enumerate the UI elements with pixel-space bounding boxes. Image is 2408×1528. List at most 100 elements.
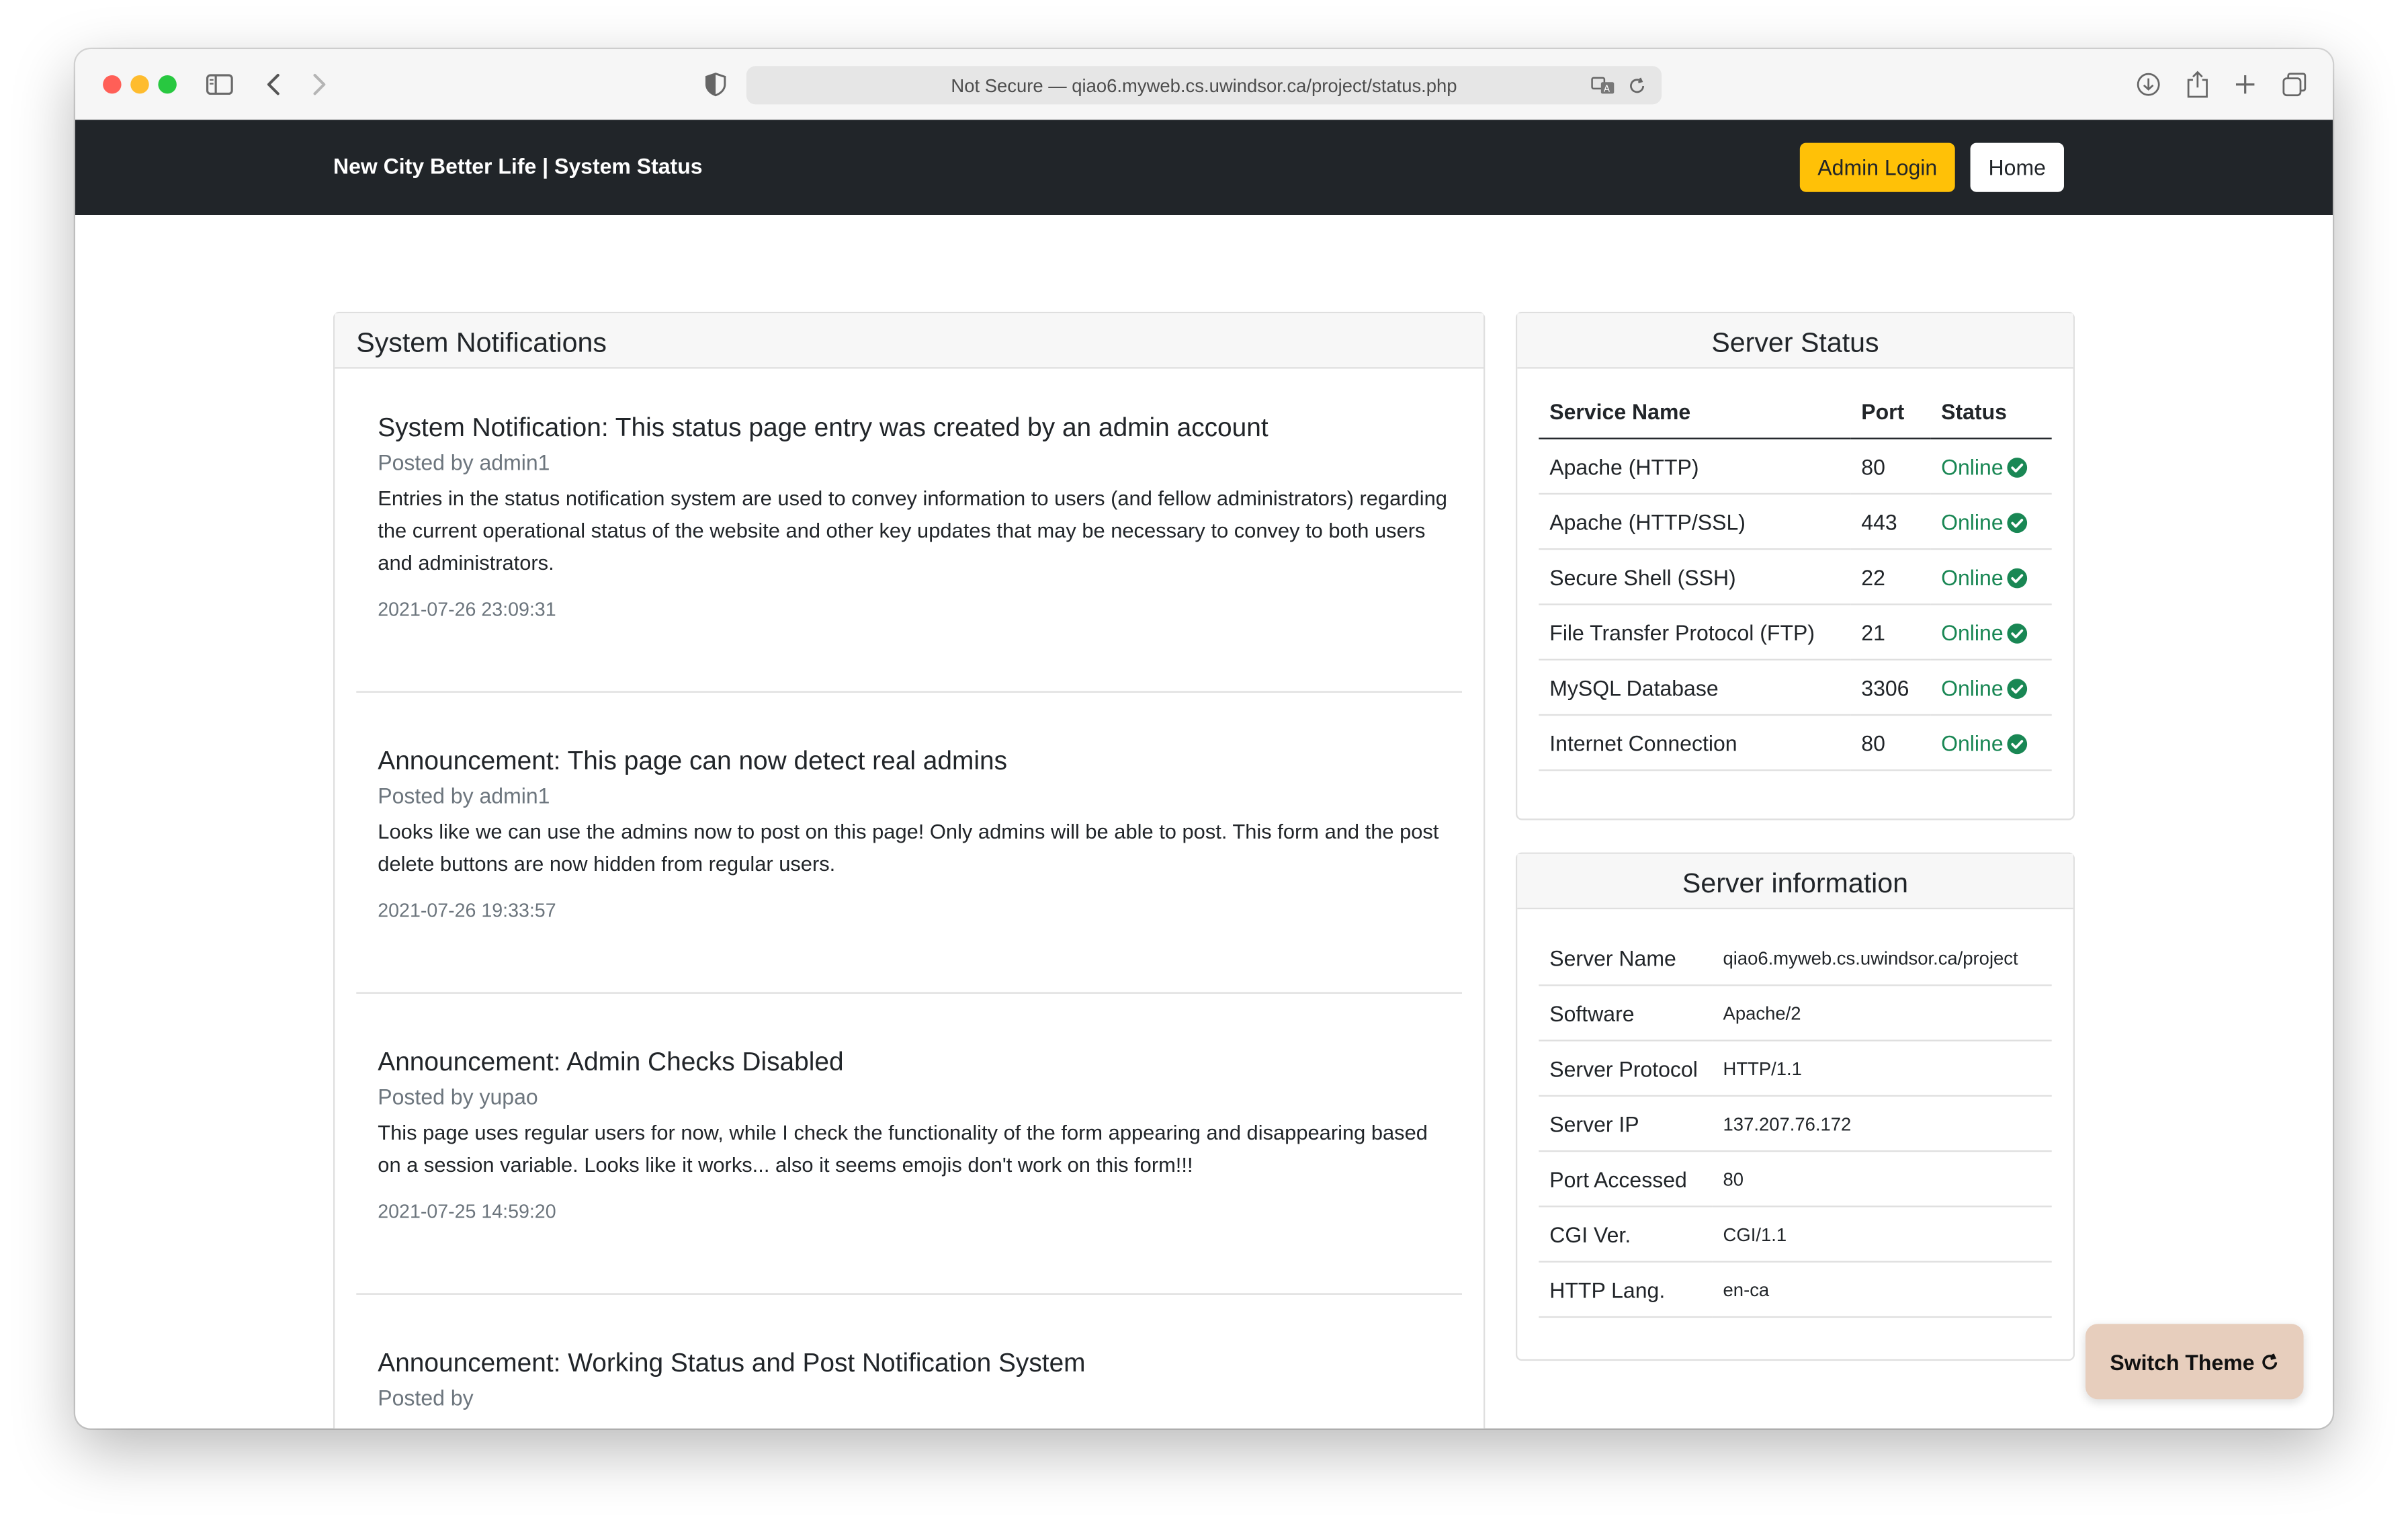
notification-post: System Notification: This status page en… <box>378 412 1453 621</box>
admin-login-button[interactable]: Admin Login <box>1799 142 1955 192</box>
svg-text:A: A <box>1604 83 1610 94</box>
check-circle-icon <box>2008 622 2028 643</box>
translate-icon[interactable]: A <box>1588 71 1619 101</box>
service-port: 80 <box>1850 714 1931 771</box>
table-row: CGI Ver. CGI/1.1 <box>1539 1206 2052 1263</box>
service-status: Online <box>1930 714 2052 771</box>
service-port: 3306 <box>1850 659 1931 716</box>
service-port: 80 <box>1850 438 1931 495</box>
post-divider <box>356 691 1462 693</box>
post-divider <box>356 992 1462 994</box>
browser-toolbar: Not Secure — qiao6.myweb.cs.uwindsor.ca/… <box>75 49 2333 120</box>
info-key: Server Name <box>1539 931 1713 986</box>
post-body: This page uses regular users for now, wh… <box>378 1121 1428 1177</box>
info-key: CGI Ver. <box>1539 1206 1713 1263</box>
switch-theme-label: Switch Theme <box>2110 1349 2255 1374</box>
post-author: Posted by yupao <box>378 1084 538 1109</box>
browser-window: Not Secure — qiao6.myweb.cs.uwindsor.ca/… <box>75 49 2333 1429</box>
service-name: Secure Shell (SSH) <box>1539 549 1851 605</box>
info-value: CGI/1.1 <box>1712 1206 2052 1263</box>
service-port: 22 <box>1850 549 1931 605</box>
server-info-heading: Server information <box>1682 867 1909 899</box>
status-text: Online <box>1941 509 2004 534</box>
info-key: HTTP Lang. <box>1539 1261 1713 1318</box>
check-circle-icon <box>2008 512 2028 532</box>
table-row: MySQL Database 3306 Online <box>1539 659 2052 716</box>
server-status-card: Server Status Service Name Port Status A… <box>1515 311 2075 820</box>
post-date: 2021-07-26 19:33:57 <box>378 900 556 922</box>
address-text: Not Secure — qiao6.myweb.cs.uwindsor.ca/… <box>951 74 1457 96</box>
service-port: 21 <box>1850 604 1931 661</box>
table-row: Server IP 137.207.76.172 <box>1539 1095 2052 1152</box>
post-divider <box>356 1293 1462 1295</box>
info-value: qiao6.myweb.cs.uwindsor.ca/project <box>1712 931 2052 986</box>
status-text: Online <box>1941 454 2004 478</box>
tab-overview-icon[interactable] <box>2276 66 2313 103</box>
server-info-table: Server Name qiao6.myweb.cs.uwindsor.ca/p… <box>1539 931 2052 1318</box>
downloads-icon[interactable] <box>2130 66 2167 103</box>
reload-icon[interactable] <box>1622 71 1653 101</box>
column-header: Port <box>1850 384 1931 439</box>
table-row: Port Accessed 80 <box>1539 1151 2052 1207</box>
table-row: File Transfer Protocol (FTP) 21 Online <box>1539 604 2052 661</box>
notification-post: Announcement: Working Status and Post No… <box>378 1347 1453 1413</box>
check-circle-icon <box>2008 567 2028 588</box>
table-header-row: Service Name Port Status <box>1539 384 2052 439</box>
forward-icon[interactable] <box>301 66 338 103</box>
server-status-table: Service Name Port Status Apache (HTTP) 8… <box>1539 384 2052 771</box>
info-key: Server IP <box>1539 1095 1713 1152</box>
info-key: Software <box>1539 985 1713 1042</box>
notifications-header: System Notifications <box>335 313 1484 369</box>
service-status: Online <box>1930 493 2052 550</box>
table-row: Software Apache/2 <box>1539 985 2052 1042</box>
status-text: Online <box>1941 675 2004 700</box>
table-row: Server Name qiao6.myweb.cs.uwindsor.ca/p… <box>1539 931 2052 986</box>
info-value: 137.207.76.172 <box>1712 1095 2052 1152</box>
sidebar-icon[interactable] <box>201 66 238 103</box>
close-window-button[interactable] <box>103 75 122 94</box>
post-body: Looks like we can use the admins now to … <box>378 820 1439 876</box>
home-button[interactable]: Home <box>1970 142 2064 192</box>
table-row: Internet Connection 80 Online <box>1539 714 2052 771</box>
info-value: HTTP/1.1 <box>1712 1040 2052 1097</box>
server-info-header: Server information <box>1517 853 2073 910</box>
notification-post: Announcement: Admin Checks Disabled Post… <box>378 1046 1453 1223</box>
check-circle-icon <box>2008 678 2028 698</box>
post-title: Announcement: Admin Checks Disabled <box>378 1047 844 1077</box>
table-row: HTTP Lang. en-ca <box>1539 1261 2052 1318</box>
privacy-shield-icon[interactable] <box>697 66 734 103</box>
switch-theme-button[interactable]: Switch Theme <box>2085 1324 2304 1400</box>
table-row: Apache (HTTP) 80 Online <box>1539 438 2052 495</box>
info-value: en-ca <box>1712 1261 2052 1318</box>
service-status: Online <box>1930 604 2052 661</box>
new-tab-icon[interactable] <box>2227 66 2264 103</box>
service-name: Apache (HTTP) <box>1539 438 1851 495</box>
share-icon[interactable] <box>2179 66 2216 103</box>
server-status-heading: Server Status <box>1711 327 1879 358</box>
site-brand[interactable]: New City Better Life | System Status <box>333 154 703 179</box>
service-name: Apache (HTTP/SSL) <box>1539 493 1851 550</box>
minimize-window-button[interactable] <box>130 75 149 94</box>
back-icon[interactable] <box>255 66 292 103</box>
info-value: 80 <box>1712 1151 2052 1207</box>
post-date: 2021-07-25 14:59:20 <box>378 1201 556 1223</box>
post-author: Posted by admin1 <box>378 450 550 475</box>
screen: Not Secure — qiao6.myweb.cs.uwindsor.ca/… <box>0 0 2408 1527</box>
column-header: Service Name <box>1539 384 1851 439</box>
address-bar[interactable]: Not Secure — qiao6.myweb.cs.uwindsor.ca/… <box>746 66 1662 105</box>
post-title: System Notification: This status page en… <box>378 413 1268 443</box>
refresh-icon <box>2262 1353 2278 1369</box>
notifications-card: System Notifications System Notification… <box>333 311 1486 1429</box>
status-text: Online <box>1941 730 2004 755</box>
post-body: Entries in the status notification syste… <box>378 486 1447 575</box>
post-title: Announcement: This page can now detect r… <box>378 746 1008 776</box>
service-name: Internet Connection <box>1539 714 1851 771</box>
service-status: Online <box>1930 549 2052 605</box>
post-date: 2021-07-26 23:09:31 <box>378 599 556 621</box>
service-status: Online <box>1930 659 2052 716</box>
server-info-card: Server information Server Name qiao6.myw… <box>1515 852 2075 1361</box>
notification-post: Announcement: This page can now detect r… <box>378 745 1453 922</box>
zoom-window-button[interactable] <box>158 75 177 94</box>
site-navbar: New City Better Life | System Status Adm… <box>75 120 2333 215</box>
service-status: Online <box>1930 438 2052 495</box>
